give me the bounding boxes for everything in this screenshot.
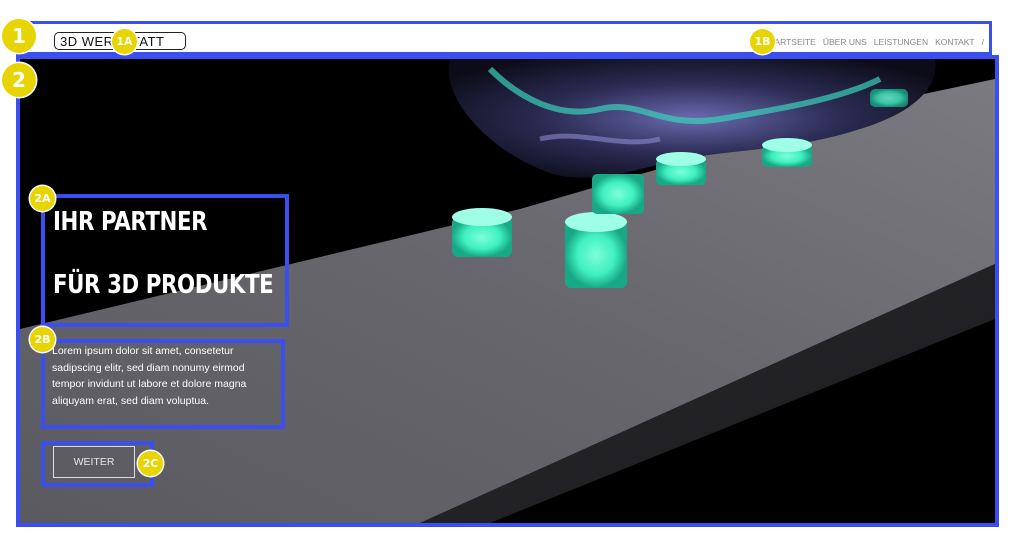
main-navigation: STARTSEITE ÜBER UNS LEISTUNGEN KONTAKT / [764, 37, 984, 47]
annotation-marker-2a: 2A [30, 186, 55, 211]
hero-heading-line-1: IHR PARTNER [53, 207, 208, 237]
annotation-marker-2: 2 [2, 63, 36, 97]
annotation-marker-1: 1 [2, 19, 36, 53]
annotation-marker-1a: 1A [112, 29, 137, 54]
nav-separator: / [981, 37, 984, 47]
nav-item-ueber-uns[interactable]: ÜBER UNS [823, 37, 867, 47]
hero-body-text: Lorem ipsum dolor sit amet, consetetur s… [52, 345, 247, 407]
annotation-marker-2b: 2B [30, 327, 55, 352]
weiter-button[interactable]: WEITER [53, 446, 135, 478]
nav-item-kontakt[interactable]: KONTAKT [935, 37, 975, 47]
annotation-marker-2c: 2C [138, 451, 163, 476]
hero-heading-line-2: FÜR 3D PRODUKTE [53, 270, 274, 300]
nav-item-leistungen[interactable]: LEISTUNGEN [874, 37, 928, 47]
annotation-marker-1b: 1B [750, 29, 775, 54]
